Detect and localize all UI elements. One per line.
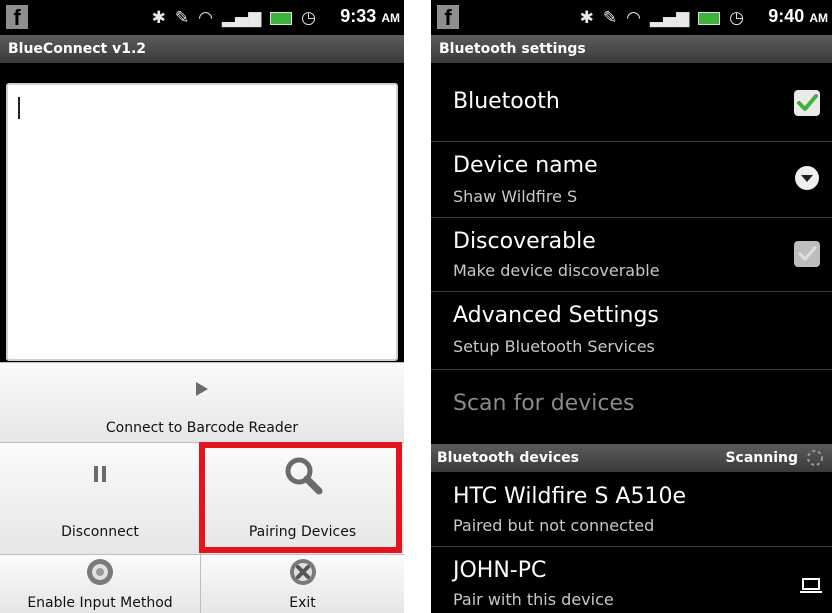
settings-title: Bluetooth settings <box>431 35 832 63</box>
scan-for-devices-title: Scan for devices <box>453 391 635 416</box>
facebook-notification-icon: f <box>437 5 459 30</box>
laptop-icon <box>800 578 822 593</box>
disconnect-button[interactable]: Disconnect <box>0 442 201 554</box>
enable-input-method-label: Enable Input Method <box>27 595 173 611</box>
advanced-settings-row[interactable]: Advanced Settings Setup Bluetooth Servic… <box>431 291 832 370</box>
alarm-icon: ◷ <box>301 8 316 28</box>
device-name: HTC Wildfire S A510e <box>453 484 686 509</box>
bluetooth-checkbox[interactable] <box>794 90 820 116</box>
device-name-value: Shaw Wildfire S <box>453 187 578 206</box>
device-status: Paired but not connected <box>453 516 655 535</box>
connect-label: Connect to Barcode Reader <box>105 420 299 436</box>
discoverable-checkbox[interactable] <box>794 241 820 267</box>
device-name-row[interactable]: Device name Shaw Wildfire S <box>431 141 832 218</box>
status-bar: f ✱ ✎ ◠ ▂▄▆ ◷ 9:40 AM <box>431 0 832 35</box>
bluetooth-devices-header: Bluetooth devices Scanning <box>431 444 832 472</box>
bluetooth-icon: ✱ <box>579 8 594 28</box>
enable-input-method-button[interactable]: Enable Input Method <box>0 554 201 613</box>
bluetooth-devices-label: Bluetooth devices <box>437 450 579 466</box>
wifi-icon: ◠ <box>198 8 213 28</box>
connect-button[interactable]: Connect to Barcode Reader <box>0 362 404 442</box>
facebook-notification-icon: f <box>6 5 28 30</box>
signal-icon: ▂▄▆ <box>649 8 690 28</box>
exit-button[interactable]: Exit <box>201 554 404 613</box>
device-status: Pair with this device <box>453 590 614 609</box>
device-row-john-pc[interactable]: JOHN-PC Pair with this device <box>431 546 832 613</box>
discoverable-title: Discoverable <box>453 229 596 254</box>
discoverable-row[interactable]: Discoverable Make device discoverable <box>431 217 832 292</box>
advanced-settings-title: Advanced Settings <box>453 303 659 328</box>
clock-time: 9:40 <box>768 6 805 26</box>
scan-text-input[interactable] <box>6 83 398 361</box>
app-title: BlueConnect v1.2 <box>0 35 404 63</box>
device-name: JOHN-PC <box>453 558 547 583</box>
bluetooth-row-title: Bluetooth <box>453 89 560 114</box>
pause-icon <box>94 466 106 482</box>
play-icon <box>196 382 208 396</box>
clock-ampm: AM <box>381 11 400 25</box>
status-bar: f ✱ ✎ ◠ ▂▄▆ ◷ 9:33 AM <box>0 0 404 35</box>
close-icon <box>289 559 316 585</box>
alarm-icon: ◷ <box>729 8 744 28</box>
highlight-box <box>199 442 402 553</box>
device-name-title: Device name <box>453 153 598 178</box>
advanced-settings-subtitle: Setup Bluetooth Services <box>453 337 655 356</box>
battery-icon <box>698 11 721 25</box>
signal-icon: ▂▄▆ <box>221 8 262 28</box>
battery-icon <box>270 11 293 25</box>
text-caret <box>18 97 20 119</box>
vibrate-icon: ✎ <box>174 8 190 28</box>
device-row-htc[interactable]: HTC Wildfire S A510e Paired but not conn… <box>431 472 832 547</box>
spinner-icon <box>807 450 823 466</box>
bluetooth-toggle-row[interactable]: Bluetooth <box>431 63 832 142</box>
exit-label: Exit <box>289 595 316 611</box>
bluetooth-icon: ✱ <box>151 8 166 28</box>
bluetooth-settings-screen: f ✱ ✎ ◠ ▂▄▆ ◷ 9:40 AM Bluetooth settings… <box>431 0 832 613</box>
dropdown-arrow-icon[interactable] <box>794 165 820 191</box>
settings-knob-icon <box>87 559 113 585</box>
clock-time: 9:33 <box>340 6 377 26</box>
clock-ampm: AM <box>809 11 828 25</box>
discoverable-subtitle: Make device discoverable <box>453 261 660 280</box>
wifi-icon: ◠ <box>626 8 641 28</box>
checkmark-icon <box>797 94 818 111</box>
disconnect-label: Disconnect <box>61 524 139 540</box>
checkmark-icon <box>798 246 817 261</box>
vibrate-icon: ✎ <box>602 8 618 28</box>
scanning-status: Scanning <box>725 450 798 466</box>
scan-for-devices-row[interactable]: Scan for devices <box>431 369 832 444</box>
